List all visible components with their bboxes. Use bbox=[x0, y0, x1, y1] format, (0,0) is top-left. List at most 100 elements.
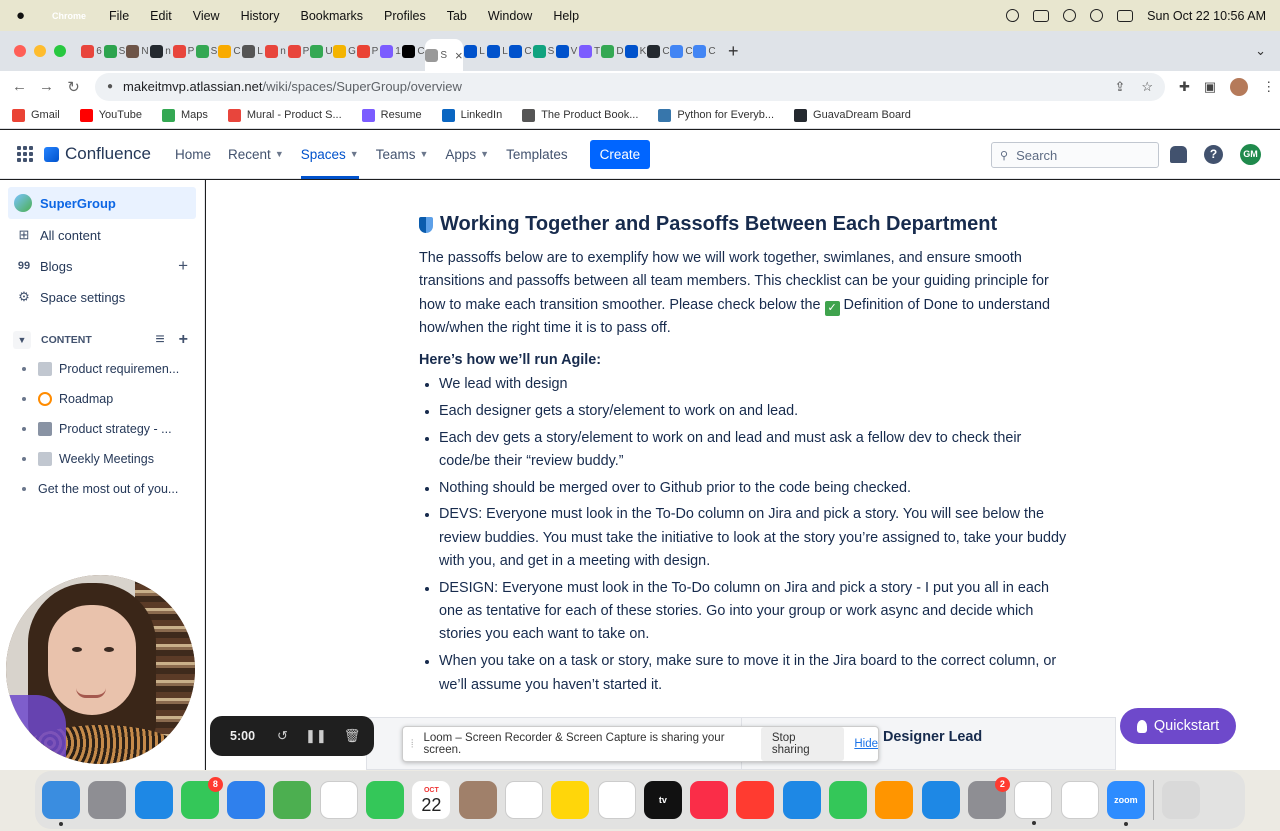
tab-search-chevron-icon[interactable]: ⌄ bbox=[1255, 43, 1266, 59]
confluence-logo[interactable]: Confluence bbox=[44, 144, 151, 164]
dock-launchpad-icon[interactable] bbox=[88, 781, 127, 819]
add-content-plus-icon[interactable]: + bbox=[179, 331, 188, 349]
dock-reminders-icon[interactable] bbox=[504, 781, 543, 819]
browser-tab[interactable]: L bbox=[486, 37, 509, 65]
bookmark-item[interactable]: Maps bbox=[161, 108, 208, 122]
sidebar-item-all-content[interactable]: ⊞ All content bbox=[0, 220, 204, 250]
notifications-bell-icon[interactable] bbox=[1170, 146, 1187, 163]
battery-icon[interactable] bbox=[1033, 9, 1050, 22]
new-tab-button[interactable]: + bbox=[728, 41, 739, 62]
bookmark-item[interactable]: Mural - Product S... bbox=[227, 108, 342, 122]
dock-calendar-icon[interactable]: OCT 22 bbox=[412, 781, 451, 819]
browser-tab[interactable]: V bbox=[555, 37, 578, 65]
dock-numbers-icon[interactable] bbox=[829, 781, 868, 819]
menu-file[interactable]: File bbox=[109, 9, 129, 23]
menubar-clock[interactable]: Sun Oct 22 10:56 AM bbox=[1147, 9, 1266, 23]
search-input[interactable]: ⚲ Search bbox=[991, 142, 1159, 168]
dock-mail-icon[interactable] bbox=[227, 781, 266, 819]
sidebar-space-supergroup[interactable]: SuperGroup bbox=[8, 187, 196, 219]
site-info-icon[interactable]: ● bbox=[107, 81, 113, 92]
browser-tab[interactable]: T bbox=[578, 37, 601, 65]
tree-item-weekly-meetings[interactable]: Weekly Meetings bbox=[0, 444, 204, 474]
tree-item-product-strategy[interactable]: Product strategy - ... bbox=[0, 414, 204, 444]
dock-app-store-icon[interactable] bbox=[921, 781, 960, 819]
browser-tab[interactable]: U bbox=[310, 37, 333, 65]
control-center-icon[interactable] bbox=[1117, 9, 1134, 22]
dock-pages-icon[interactable] bbox=[875, 781, 914, 819]
forward-arrow-icon[interactable]: → bbox=[33, 78, 60, 95]
browser-tab[interactable]: G bbox=[333, 37, 356, 65]
apple-menu-icon[interactable]: ● bbox=[16, 7, 32, 24]
menu-window[interactable]: Window bbox=[488, 9, 532, 23]
browser-tab[interactable]: P bbox=[356, 37, 379, 65]
nav-spaces[interactable]: Spaces ▼ bbox=[300, 130, 359, 179]
dock-facetime-icon[interactable] bbox=[366, 781, 405, 819]
dock-messages-icon[interactable]: 8 bbox=[180, 777, 223, 819]
close-window-button[interactable] bbox=[14, 45, 26, 57]
nav-templates[interactable]: Templates bbox=[506, 130, 568, 179]
browser-tab[interactable]: P bbox=[287, 37, 310, 65]
dock-notes-icon[interactable] bbox=[551, 781, 590, 819]
browser-tab[interactable]: S bbox=[103, 37, 126, 65]
close-tab-icon[interactable]: × bbox=[455, 48, 463, 63]
dock-maps-icon[interactable] bbox=[273, 781, 312, 819]
dock-slack-icon[interactable] bbox=[1060, 781, 1099, 819]
dock-chrome-icon[interactable] bbox=[1014, 781, 1053, 825]
microphone-icon[interactable] bbox=[1006, 9, 1020, 22]
browser-tab[interactable]: n bbox=[264, 37, 287, 65]
browser-tab[interactable]: C bbox=[402, 37, 425, 65]
trash-icon[interactable]: 🗑 bbox=[344, 728, 361, 744]
browser-tab[interactable]: S bbox=[195, 37, 218, 65]
dock-finder-icon[interactable] bbox=[42, 781, 80, 826]
menu-help[interactable]: Help bbox=[553, 9, 579, 23]
browser-tab[interactable]: L bbox=[463, 37, 486, 65]
side-panel-icon[interactable]: ▣ bbox=[1204, 79, 1216, 95]
user-avatar[interactable]: GM bbox=[1240, 144, 1261, 165]
browser-tab[interactable]: N bbox=[126, 37, 149, 65]
tree-item-get-the-most[interactable]: Get the most out of you... bbox=[0, 474, 204, 504]
bookmark-item[interactable]: Resume bbox=[361, 108, 422, 122]
pause-icon[interactable]: ❚❚ bbox=[305, 728, 327, 744]
dock-trash-icon[interactable] bbox=[1162, 781, 1201, 819]
address-bar[interactable]: ● makeitmvp.atlassian.net/wiki/spaces/Su… bbox=[95, 72, 1165, 101]
reload-icon[interactable]: ↻ bbox=[60, 78, 87, 96]
menu-edit[interactable]: Edit bbox=[150, 9, 172, 23]
dock-tv-icon[interactable]: tv bbox=[643, 781, 682, 819]
filter-icon[interactable]: ≡ bbox=[155, 331, 164, 349]
zoom-window-button[interactable] bbox=[54, 45, 66, 57]
collapse-chevron-icon[interactable]: ▼ bbox=[13, 331, 31, 349]
browser-tab[interactable]: S × bbox=[425, 39, 463, 71]
wifi-icon[interactable] bbox=[1063, 9, 1077, 22]
bookmark-item[interactable]: LinkedIn bbox=[441, 108, 502, 122]
browser-tab[interactable]: C bbox=[647, 37, 670, 65]
nav-apps[interactable]: Apps ▼ bbox=[445, 130, 489, 179]
dock-contacts-icon[interactable] bbox=[458, 781, 497, 819]
nav-recent[interactable]: Recent ▼ bbox=[228, 130, 284, 179]
browser-tab[interactable]: C bbox=[693, 37, 716, 65]
share-icon[interactable]: ⇪ bbox=[1114, 79, 1125, 95]
browser-tab[interactable]: D bbox=[601, 37, 624, 65]
dock-music-icon[interactable] bbox=[690, 781, 729, 819]
app-switcher-grid-icon[interactable] bbox=[17, 145, 34, 163]
hide-banner-link[interactable]: Hide bbox=[854, 738, 878, 750]
dock-zoom-icon[interactable]: zoom bbox=[1106, 781, 1145, 826]
create-button[interactable]: Create bbox=[589, 139, 651, 169]
dock-safari-icon[interactable] bbox=[134, 781, 173, 819]
browser-tab[interactable]: C bbox=[670, 37, 693, 65]
menu-history[interactable]: History bbox=[241, 9, 280, 23]
dock-photos-icon[interactable] bbox=[319, 781, 358, 819]
dock-freeform-icon[interactable] bbox=[597, 781, 636, 819]
restart-icon[interactable]: ↺ bbox=[277, 728, 288, 744]
bookmark-star-icon[interactable]: ☆ bbox=[1141, 79, 1153, 95]
nav-teams[interactable]: Teams ▼ bbox=[376, 130, 429, 179]
bookmark-item[interactable]: Python for Everyb... bbox=[658, 108, 774, 122]
sidebar-item-blogs[interactable]: 99 Blogs + bbox=[0, 251, 204, 281]
browser-tab[interactable]: 1 bbox=[379, 37, 402, 65]
menu-profiles[interactable]: Profiles bbox=[384, 9, 426, 23]
bookmark-item[interactable]: GuavaDream Board bbox=[794, 108, 911, 122]
sidebar-item-space-settings[interactable]: ⚙ Space settings bbox=[0, 282, 204, 312]
browser-tab[interactable]: C bbox=[218, 37, 241, 65]
menu-bookmarks[interactable]: Bookmarks bbox=[300, 9, 363, 23]
tree-item-roadmap[interactable]: Roadmap bbox=[0, 384, 204, 414]
browser-tab[interactable]: C bbox=[509, 37, 532, 65]
